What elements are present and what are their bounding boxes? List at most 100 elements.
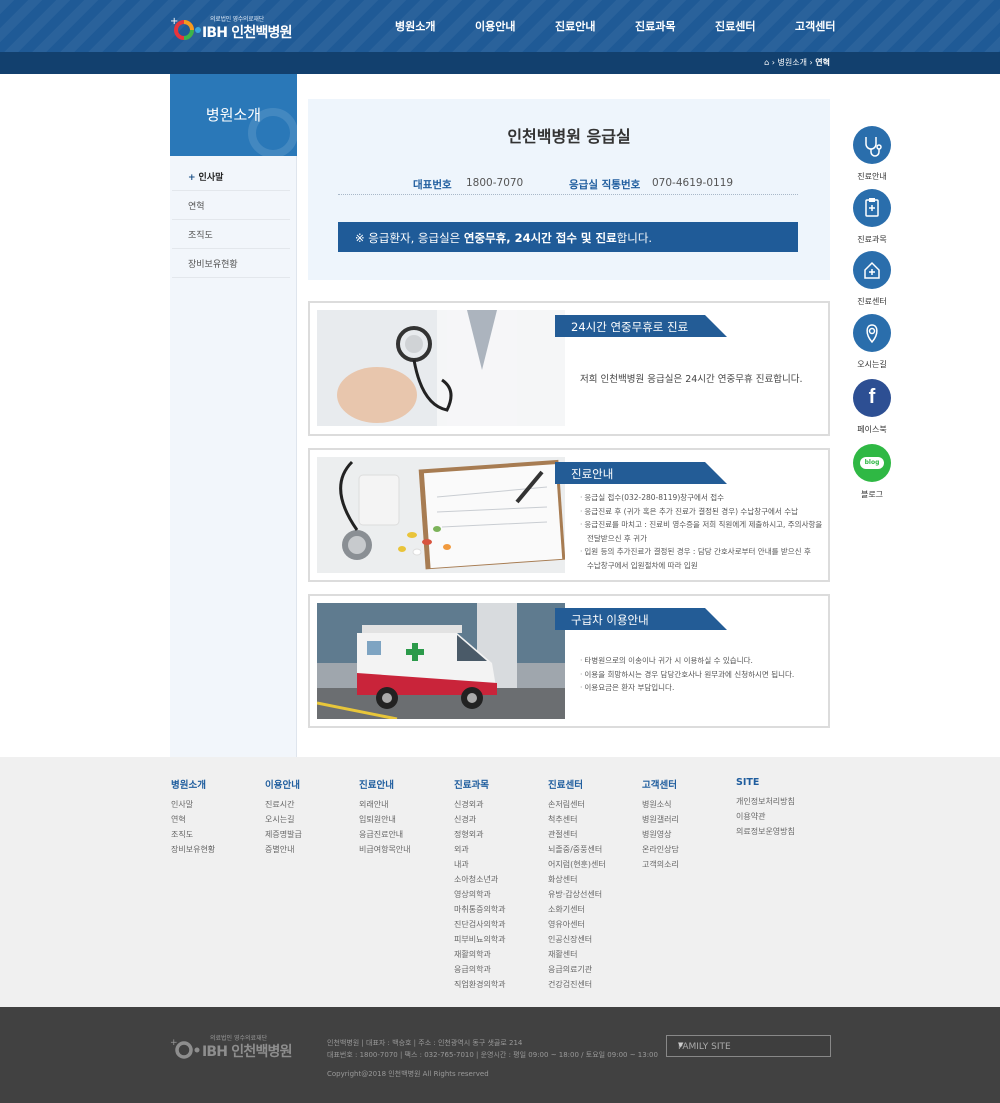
quick-label: 진료센터 xyxy=(857,297,887,306)
sitemap-link[interactable]: 병원영상 xyxy=(642,827,679,842)
sitemap-heading[interactable]: 이용안내 xyxy=(265,777,302,791)
sitemap-link[interactable]: 병원소식 xyxy=(642,797,679,812)
sub-nav-item-history[interactable]: 연혁 xyxy=(172,191,290,220)
quick-label: 블로그 xyxy=(860,490,884,499)
list-item: 수납창구에서 입원절차에 따라 입원 xyxy=(587,560,698,570)
nav-item-departments[interactable]: 진료과목 xyxy=(635,18,675,34)
list-item: 전달받으신 후 귀가 xyxy=(587,533,647,543)
copyright: Copyright@2018 인천백병원 All Rights reserved xyxy=(327,1070,489,1078)
sitemap-link[interactable]: 병원갤러리 xyxy=(642,812,679,827)
sitemap-link[interactable]: 소아청소년과 xyxy=(454,872,506,887)
sitemap-link[interactable]: 응급의료기관 xyxy=(548,962,606,977)
sitemap-link[interactable]: 마취통증의학과 xyxy=(454,902,506,917)
top-header: + 의료법인 영수의료재단 IBH 인천백병원 병원소개 이용안내 진료안내 진… xyxy=(0,0,1000,52)
hospital-icon xyxy=(853,251,891,289)
card-text: 저희 인천백병원 응급실은 24시간 연중무휴 진료합니다. xyxy=(580,374,803,385)
family-site-select[interactable]: FAMILY SITE ▼ xyxy=(666,1035,831,1057)
sitemap-link[interactable]: 개인정보처리방침 xyxy=(736,794,795,809)
sitemap-link[interactable]: 뇌졸중/중풍센터 xyxy=(548,842,606,857)
sitemap-link[interactable]: 내과 xyxy=(454,857,506,872)
sitemap-link[interactable]: 화상센터 xyxy=(548,872,606,887)
nav-item-about[interactable]: 병원소개 xyxy=(395,18,435,34)
sitemap-link[interactable]: 증별안내 xyxy=(265,842,302,857)
sitemap-col-customer: 고객센터 병원소식 병원갤러리 병원영상 온라인상담 고객의소리 xyxy=(642,777,679,872)
sitemap-link[interactable]: 정형외과 xyxy=(454,827,506,842)
sitemap-heading[interactable]: 진료센터 xyxy=(548,777,606,791)
sitemap-link[interactable]: 인공신장센터 xyxy=(548,932,606,947)
sitemap-link[interactable]: 직업환경의학과 xyxy=(454,977,506,992)
sitemap-link[interactable]: 입퇴원안내 xyxy=(359,812,411,827)
sitemap-heading[interactable]: 병원소개 xyxy=(171,777,215,791)
sitemap-link[interactable]: 인사말 xyxy=(171,797,215,812)
sitemap-link[interactable]: 비급여항목안내 xyxy=(359,842,411,857)
sitemap-link[interactable]: 신경외과 xyxy=(454,797,506,812)
quick-departments[interactable]: 진료과목 xyxy=(850,189,894,245)
quick-label: 진료과목 xyxy=(857,235,887,244)
nav-item-centers[interactable]: 진료센터 xyxy=(715,18,755,34)
sitemap-link[interactable]: 온라인상담 xyxy=(642,842,679,857)
sub-nav-title: 병원소개 xyxy=(205,106,262,124)
sitemap-link[interactable]: 외과 xyxy=(454,842,506,857)
sitemap-link[interactable]: 피부비뇨의학과 xyxy=(454,932,506,947)
sitemap-link[interactable]: 응급진료안내 xyxy=(359,827,411,842)
sitemap-heading[interactable]: 고객센터 xyxy=(642,777,679,791)
sitemap-link[interactable]: 제증명발급 xyxy=(265,827,302,842)
list-item: · 이용요금은 환자 부담입니다. xyxy=(580,683,675,692)
sitemap-col-departments: 진료과목 신경외과 신경과 정형외과 외과 내과 소아청소년과 영상의학과 마취… xyxy=(454,777,506,992)
sub-nav-item-greeting[interactable]: + 인사말 xyxy=(172,162,290,191)
breadcrumb-item[interactable]: 병원소개 xyxy=(778,58,807,67)
sitemap-link[interactable]: 진료시간 xyxy=(265,797,302,812)
sitemap-link[interactable]: 재활의학과 xyxy=(454,947,506,962)
nav-item-guide[interactable]: 이용안내 xyxy=(475,18,515,34)
sitemap-link[interactable]: 신경과 xyxy=(454,812,506,827)
card-title-tag: 진료안내 xyxy=(555,462,727,484)
sitemap-link[interactable]: 이용약관 xyxy=(736,809,795,824)
sitemap-link[interactable]: 관절센터 xyxy=(548,827,606,842)
sitemap-heading[interactable]: 진료과목 xyxy=(454,777,506,791)
quick-blog[interactable]: blog 블로그 xyxy=(850,444,894,500)
phone-row: 대표번호 1800-7070 응급실 직통번호 070-4619-0119 xyxy=(338,171,798,195)
quick-label: 페이스북 xyxy=(857,425,887,434)
sitemap-link[interactable]: 재활센터 xyxy=(548,947,606,962)
sitemap-link[interactable]: 의료정보운영방침 xyxy=(736,824,795,839)
sitemap-link[interactable]: 어지럼(현훈)센터 xyxy=(548,857,606,872)
sub-nav-item-equipment[interactable]: 장비보유현황 xyxy=(172,249,290,278)
sitemap-heading[interactable]: SITE xyxy=(736,777,795,788)
nav-item-customer[interactable]: 고객센터 xyxy=(795,18,835,34)
sitemap-link[interactable]: 척추센터 xyxy=(548,812,606,827)
sitemap-heading[interactable]: 진료안내 xyxy=(359,777,411,791)
quick-centers[interactable]: 진료센터 xyxy=(850,251,894,307)
location-bar: ⌂ › 병원소개 › 연혁 xyxy=(0,52,1000,74)
quick-label: 오시는길 xyxy=(857,360,887,369)
blog-icon: blog xyxy=(853,444,891,482)
sitemap-link[interactable]: 응급의학과 xyxy=(454,962,506,977)
sitemap-link[interactable]: 건강검진센터 xyxy=(548,977,606,992)
sitemap-link[interactable]: 연혁 xyxy=(171,812,215,827)
footer: + 의료법인 영수의료재단 IBH 인천백병원 인천백병원 | 대표자 : 백승… xyxy=(0,1007,1000,1103)
facebook-icon: f xyxy=(853,379,891,417)
sitemap-link[interactable]: 고객의소리 xyxy=(642,857,679,872)
sitemap-link[interactable]: 손저림센터 xyxy=(548,797,606,812)
quick-treatment-guide[interactable]: 진료안내 xyxy=(850,126,894,182)
sub-nav-item-organization[interactable]: 조직도 xyxy=(172,220,290,249)
sitemap-link[interactable]: 오시는길 xyxy=(265,812,302,827)
sitemap-link[interactable]: 유방·갑상선센터 xyxy=(548,887,606,902)
sitemap-link[interactable]: 외래안내 xyxy=(359,797,411,812)
sitemap-link[interactable]: 영상의학과 xyxy=(454,887,506,902)
quick-directions[interactable]: 오시는길 xyxy=(850,314,894,370)
nav-item-treatment[interactable]: 진료안내 xyxy=(555,18,595,34)
list-item: · 응급진료를 마치고 : 진료비 영수증을 저희 직원에게 제출하시고, 주의사… xyxy=(580,520,823,529)
sitemap-link[interactable]: 소화기센터 xyxy=(548,902,606,917)
chevron-down-icon: ▼ xyxy=(678,1041,684,1049)
footer-sitemap: 병원소개 인사말 연혁 조직도 장비보유현황 이용안내 진료시간 오시는길 제증… xyxy=(0,757,1000,1007)
treatment-guide-list: · 응급실 접수(032-280-8119)창구에서 접수 · 응급진료 후 (귀가… xyxy=(580,491,822,572)
list-item: · 응급진료 후 (귀가 혹은 추가 진료가 결정된 경우) 수납창구에서 수납 xyxy=(580,506,798,516)
sitemap-link[interactable]: 조직도 xyxy=(171,827,215,842)
sitemap-link[interactable]: 영유아센터 xyxy=(548,917,606,932)
sitemap-link[interactable]: 장비보유현황 xyxy=(171,842,215,857)
card-24h: 24시간 연중무휴로 진료 저희 인천백병원 응급실은 24시간 연중무휴 진료… xyxy=(308,301,830,436)
quick-facebook[interactable]: f 페이스북 xyxy=(850,379,894,435)
map-pin-icon xyxy=(853,314,891,352)
home-icon[interactable]: ⌂ xyxy=(764,58,769,67)
sitemap-link[interactable]: 진단검사의학과 xyxy=(454,917,506,932)
